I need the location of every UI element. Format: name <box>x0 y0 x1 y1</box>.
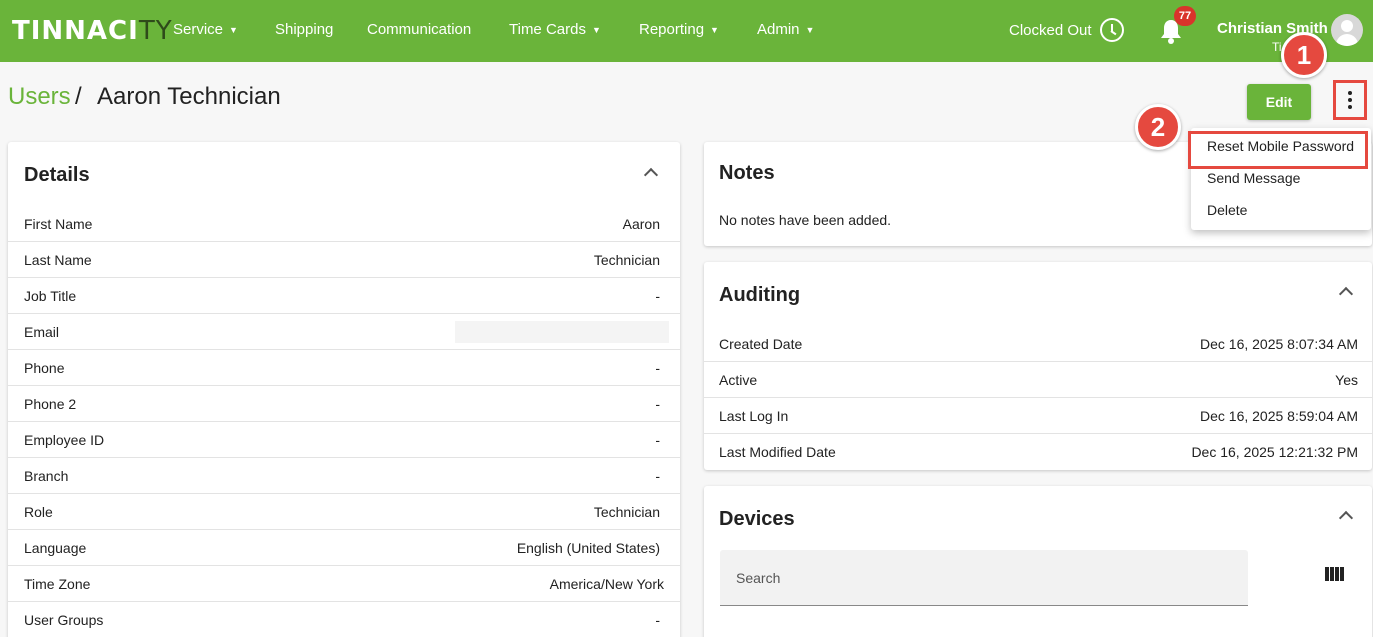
nav-reporting[interactable]: Reporting ▼ <box>639 21 719 38</box>
more-options-button[interactable] <box>1333 80 1367 120</box>
nav-time-cards[interactable]: Time Cards ▼ <box>509 21 601 38</box>
chevron-up-icon[interactable] <box>1338 510 1354 526</box>
devices-card: Devices <box>704 486 1372 637</box>
menu-item-send-message[interactable]: Send Message <box>1207 170 1300 186</box>
nav-admin[interactable]: Admin ▼ <box>757 21 814 38</box>
detail-row-first-name: First Name Aaron <box>8 206 680 242</box>
detail-row-phone-2: Phone 2 - <box>8 386 680 422</box>
notes-empty-text: No notes have been added. <box>719 212 892 228</box>
detail-row-job-title: Job Title - <box>8 278 680 314</box>
avatar-icon[interactable] <box>1331 14 1363 46</box>
clock-status[interactable]: Clocked Out <box>1009 18 1124 42</box>
chevron-up-icon[interactable] <box>643 167 659 183</box>
details-card: Details First Name Aaron Last Name Techn… <box>8 142 680 637</box>
nav-communication-label: Communication <box>367 21 472 38</box>
audit-row-last-log-in: Last Log In Dec 16, 2025 8:59:04 AM <box>704 398 1372 434</box>
caret-down-icon: ▼ <box>805 24 815 35</box>
top-nav-bar: TINNACITY Service ▼ Shipping Communicati… <box>0 0 1373 62</box>
nav-shipping-label: Shipping <box>275 21 334 38</box>
chevron-up-icon[interactable] <box>1338 286 1354 302</box>
caret-down-icon: ▼ <box>710 24 719 35</box>
columns-icon[interactable] <box>1325 567 1344 581</box>
detail-row-branch: Branch - <box>8 458 680 494</box>
devices-title: Devices <box>719 508 795 530</box>
step-callout-2: 2 <box>1135 104 1181 150</box>
page-title: Aaron Technician <box>97 83 281 110</box>
nav-service-label: Service <box>173 21 224 38</box>
details-title: Details <box>24 164 90 186</box>
detail-row-phone: Phone - <box>8 350 680 386</box>
nav-admin-label: Admin <box>757 21 800 38</box>
audit-row-last-modified: Last Modified Date Dec 16, 2025 12:21:32… <box>719 444 1358 460</box>
breadcrumb-separator: / <box>75 83 82 110</box>
detail-row-last-name: Last Name Technician <box>8 242 680 278</box>
email-value-redacted <box>455 320 669 343</box>
detail-row-user-groups: User Groups - <box>8 602 680 637</box>
notes-title: Notes <box>719 162 775 184</box>
devices-search-box <box>720 550 1248 606</box>
nav-time-cards-label: Time Cards <box>509 21 586 38</box>
detail-row-employee-id: Employee ID - <box>8 422 680 458</box>
nav-communication[interactable]: Communication <box>367 21 471 38</box>
audit-row-created-date: Created Date Dec 16, 2025 8:07:34 AM <box>704 326 1372 362</box>
menu-item-delete[interactable]: Delete <box>1207 202 1247 218</box>
app-logo[interactable]: TINNACITY <box>12 16 173 46</box>
detail-row-language: Language English (United States) <box>8 530 680 566</box>
kebab-icon <box>1348 91 1352 95</box>
detail-row-role: Role Technician <box>8 494 680 530</box>
highlight-box <box>1188 131 1368 169</box>
caret-down-icon: ▼ <box>591 24 601 35</box>
caret-down-icon: ▼ <box>229 24 238 35</box>
nav-reporting-label: Reporting <box>639 21 705 38</box>
detail-row-time-zone: Time Zone America/New York <box>8 566 680 602</box>
nav-service[interactable]: Service ▼ <box>173 21 238 38</box>
clock-icon <box>1099 18 1124 42</box>
clock-status-label: Clocked Out <box>1009 21 1092 39</box>
audit-row-active: Active Yes <box>704 362 1372 398</box>
detail-row-email: Email <box>8 314 680 350</box>
devices-search-input[interactable] <box>720 550 1248 605</box>
breadcrumb-users-link[interactable]: Users <box>8 83 71 111</box>
auditing-title: Auditing <box>719 284 801 306</box>
step-callout-1: 1 <box>1281 32 1327 78</box>
auditing-card: Auditing Created Date Dec 16, 2025 8:07:… <box>704 262 1372 470</box>
notification-badge: 77 <box>1174 6 1196 26</box>
edit-button[interactable]: Edit <box>1247 84 1311 120</box>
nav-shipping[interactable]: Shipping <box>275 21 333 38</box>
